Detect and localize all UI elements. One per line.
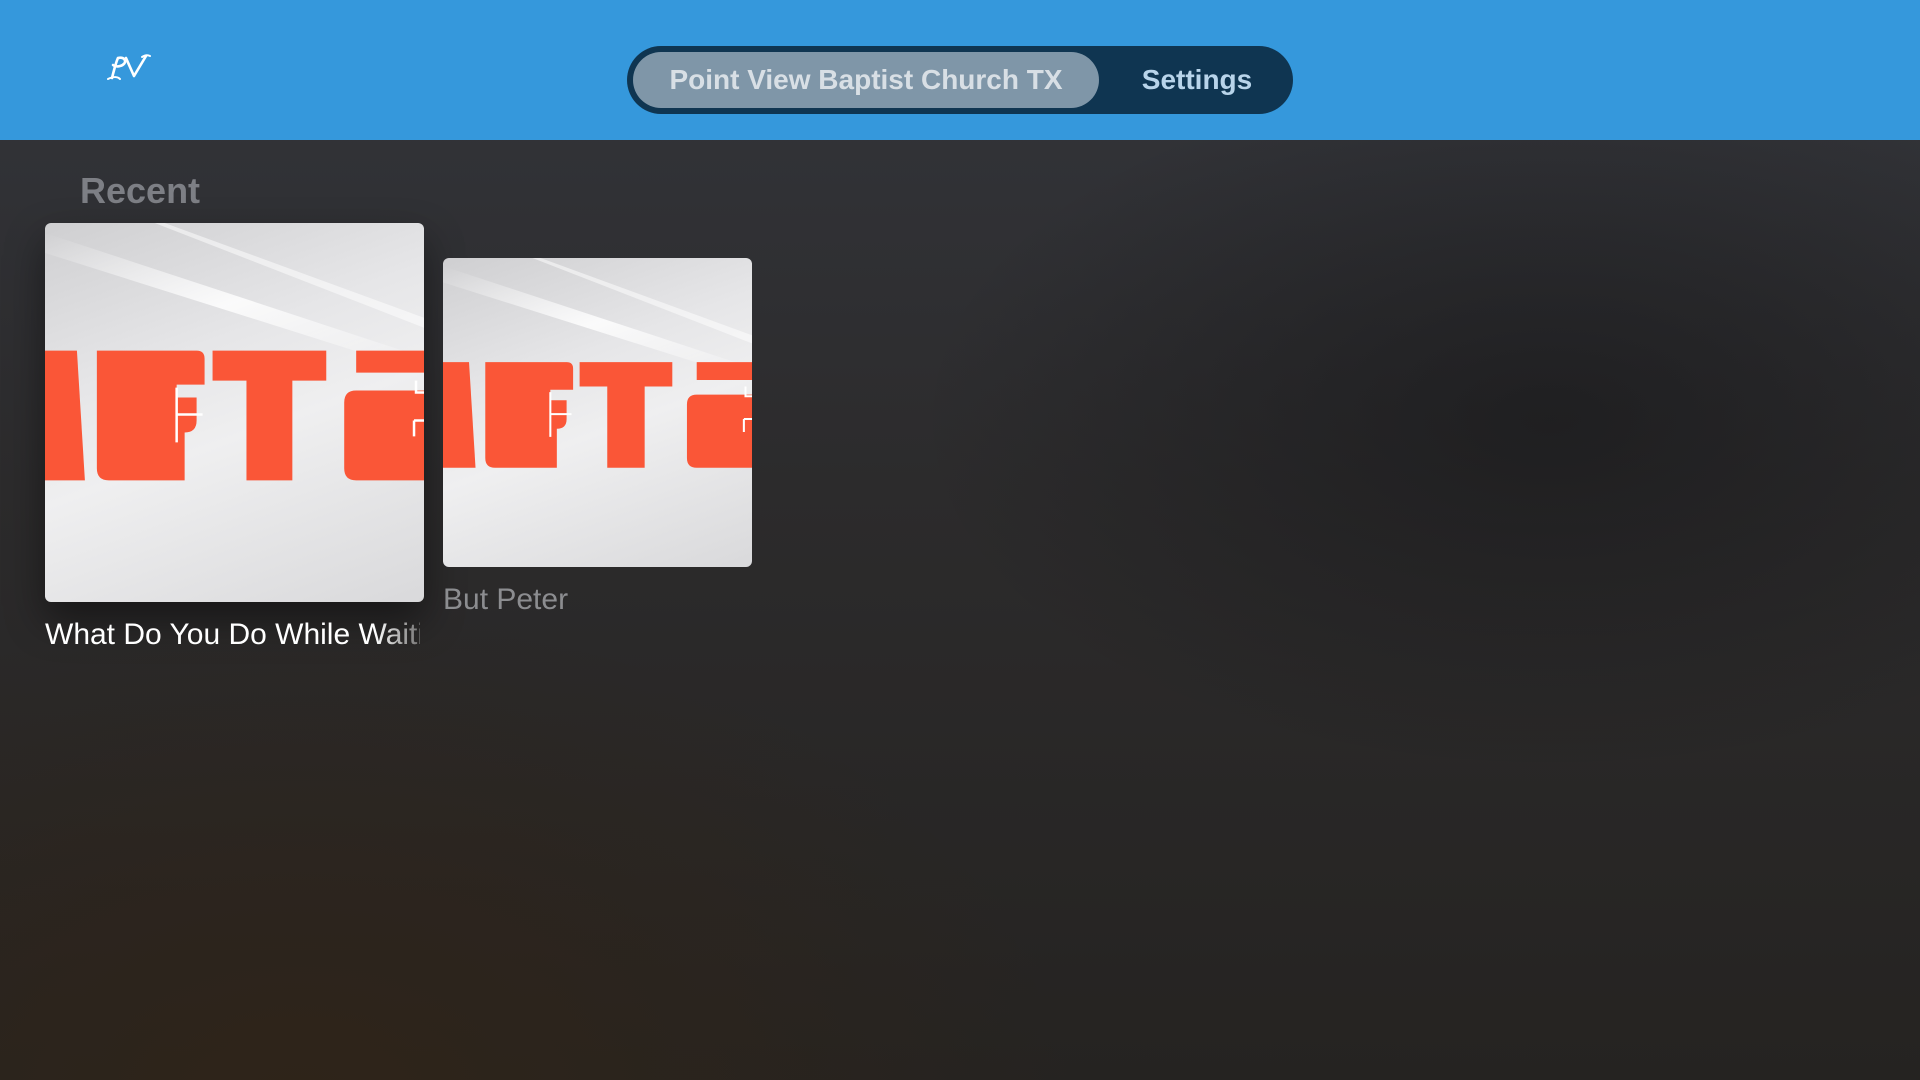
tab-bar: Point View Baptist Church TX Settings [627,46,1293,114]
recent-item-title: What Do You Do While Waiting [45,618,420,651]
sermon-artwork [45,223,424,602]
tab-point-view-baptist-church[interactable]: Point View Baptist Church TX [633,52,1099,108]
tab-settings[interactable]: Settings [1107,52,1287,108]
pv-logo-icon [104,52,152,84]
recent-item-card[interactable]: What Do You Do While Waiting [45,223,424,653]
recent-item-title: But Peter [443,583,569,616]
top-navigation-bar: Point View Baptist Church TX Settings [0,0,1920,140]
sermon-artwork [443,258,752,567]
section-title-recent: Recent [80,170,201,211]
recent-item-card[interactable]: But Peter [443,258,752,628]
